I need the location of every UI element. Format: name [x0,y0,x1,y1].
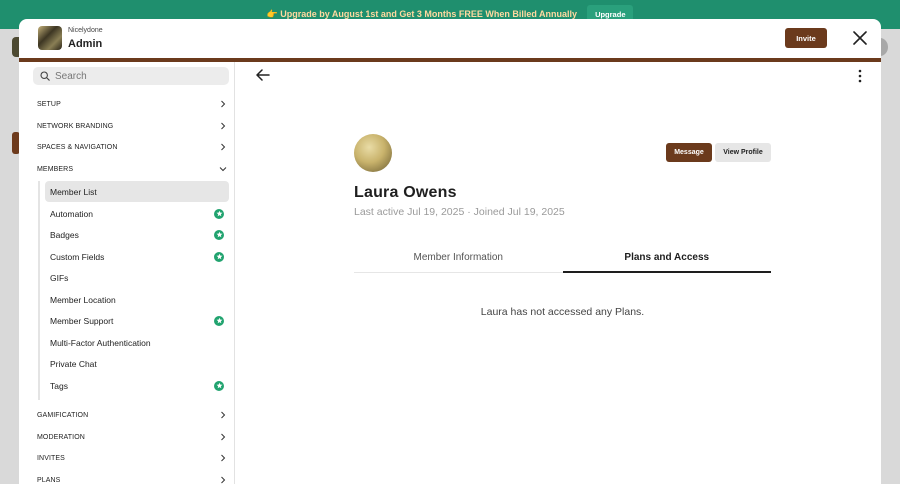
sidebar-item-badges[interactable]: Badges [45,224,229,245]
sidebar-item-label: Custom Fields [50,251,105,262]
member-name: Laura Owens [354,184,457,201]
tab-plans-and-access[interactable]: Plans and Access [562,243,772,273]
close-icon[interactable] [853,31,867,45]
sidebar-item-label: Badges [50,229,79,240]
sidebar-section-network-branding[interactable]: NETWORK BRANDING [37,116,227,136]
sidebar-section-moderation[interactable]: MODERATION [37,427,227,447]
chevron-down-icon [219,167,227,172]
sidebar-section-label: NETWORK BRANDING [37,122,114,130]
sidebar-item-tags[interactable]: Tags [45,375,229,396]
star-icon [214,315,224,326]
sidebar-item-label: Private Chat [50,358,97,369]
sidebar-item-multi-factor-authentication[interactable]: Multi-Factor Authentication [45,332,229,353]
org-logo [38,26,62,50]
admin-sidebar: Search SETUP NETWORK BRANDING SPACES & N… [19,62,235,484]
sidebar-section-invites[interactable]: INVITES [37,448,227,468]
tab-member-information[interactable]: Member Information [354,243,563,272]
message-button[interactable]: Message [666,143,712,162]
sidebar-section-label: GAMIFICATION [37,411,89,419]
chevron-right-icon [221,143,226,151]
arrow-left-icon[interactable] [256,69,270,81]
sidebar-item-label: Tags [50,380,68,391]
chevron-right-icon [221,411,226,419]
sidebar-section-spaces-navigation[interactable]: SPACES & NAVIGATION [37,137,227,157]
chevron-right-icon [221,454,226,462]
sidebar-section-members[interactable]: MEMBERS [37,159,227,179]
member-avatar [354,134,392,172]
sidebar-section-label: INVITES [37,454,65,462]
sidebar-item-label: Member List [50,186,97,197]
search-icon [40,71,50,81]
more-vertical-icon[interactable] [857,69,863,83]
sidebar-item-label: GIFs [50,272,69,283]
sidebar-item-label: Automation [50,208,93,219]
sidebar-item-member-location[interactable]: Member Location [45,289,229,310]
sidebar-section-gamification[interactable]: GAMIFICATION [37,405,227,425]
sidebar-item-custom-fields[interactable]: Custom Fields [45,246,229,267]
star-icon [214,208,224,219]
invite-button[interactable]: Invite [785,28,827,48]
chevron-right-icon [221,100,226,108]
modal-header: Nicelydone Admin Invite [19,19,881,58]
sidebar-section-label: MEMBERS [37,165,74,173]
sidebar-section-plans[interactable]: PLANS [37,470,227,484]
search-input[interactable]: Search [33,67,229,85]
sidebar-item-member-support[interactable]: Member Support [45,310,229,331]
chevron-right-icon [221,476,226,484]
sidebar-section-label: MODERATION [37,433,85,441]
sidebar-section-setup[interactable]: SETUP [37,94,227,114]
plans-empty-message: Laura has not accessed any Plans. [480,306,645,318]
star-icon [214,229,224,240]
sidebar-section-label: PLANS [37,476,61,484]
sidebar-section-label: SPACES & NAVIGATION [37,143,118,151]
search-placeholder: Search [55,70,87,82]
sidebar-section-label: SETUP [37,100,61,108]
star-icon [214,380,224,391]
sidebar-item-automation[interactable]: Automation [45,203,229,224]
chevron-right-icon [221,122,226,130]
org-name: Nicelydone [68,27,103,34]
sidebar-item-label: Multi-Factor Authentication [50,337,151,348]
sidebar-item-member-list[interactable]: Member List [45,181,229,202]
submenu-guide-line [38,181,40,400]
chevron-right-icon [221,433,226,441]
star-icon [214,251,224,262]
sidebar-item-private-chat[interactable]: Private Chat [45,353,229,374]
profile-tabs: Member Information Plans and Access [354,243,771,273]
admin-modal: Nicelydone Admin Invite Search SETUP NET… [19,19,881,484]
admin-title: Admin [68,38,103,50]
member-activity-meta: Last active Jul 19, 2025 · Joined Jul 19… [354,206,565,218]
sidebar-item-label: Member Location [50,294,116,305]
sidebar-item-gifs[interactable]: GIFs [45,267,229,288]
view-profile-button[interactable]: View Profile [715,143,771,162]
sidebar-item-label: Member Support [50,315,114,326]
